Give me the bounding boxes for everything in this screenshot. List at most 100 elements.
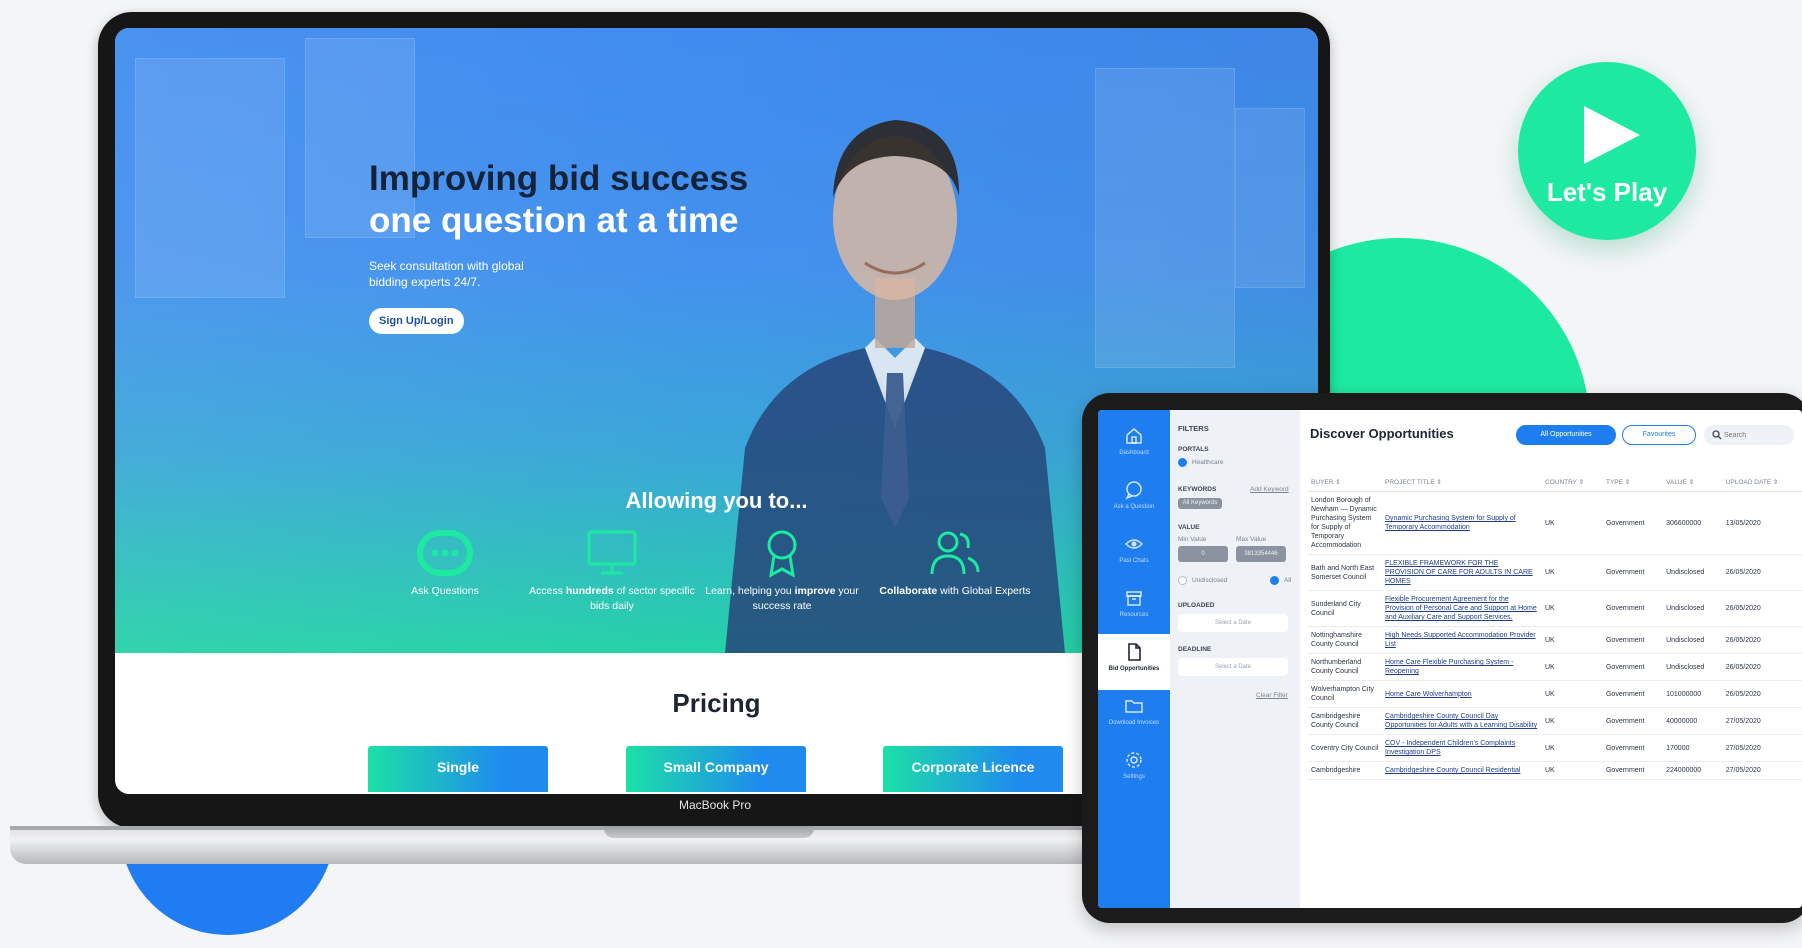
cell-project-title[interactable]: Flexible Procurement Agreement for the P… (1382, 590, 1542, 627)
column-header-country[interactable]: COUNTRY ⇕ (1542, 474, 1603, 492)
add-keyword-link[interactable]: Add Keyword (1250, 486, 1289, 493)
eye-icon (1124, 539, 1144, 549)
sign-up-login-button[interactable]: Sign Up/Login (369, 308, 464, 334)
undisclosed-label: Undisclosed (1192, 577, 1228, 584)
cell-type: Government (1602, 554, 1664, 591)
all-radio[interactable] (1270, 576, 1279, 585)
cell-upload-date: 26/05/2020 (1722, 626, 1802, 654)
column-header-project-title[interactable]: PROJECT TITLE ⇕ (1382, 474, 1542, 492)
cell-upload-date: 26/05/2020 (1722, 590, 1802, 627)
feature-collaborate: Collaborate with Global Experts (870, 528, 1040, 599)
uploaded-date-input[interactable]: Select a Date (1178, 614, 1288, 632)
table-row[interactable]: Cambridgeshire County Council Cambridges… (1308, 707, 1802, 735)
home-icon (1126, 428, 1142, 444)
sidebar-item-dashboard[interactable]: Dashboard (1098, 418, 1170, 474)
sidebar-item-past-chats[interactable]: Past Chats (1098, 526, 1170, 582)
sidebar-item-ask-question[interactable]: Ask a Question (1098, 472, 1170, 528)
keywords-label: KEYWORDS (1178, 486, 1217, 493)
cell-project-title[interactable]: Cambridgeshire County Council Day Opport… (1382, 707, 1542, 735)
cell-buyer: Cambridgeshire County Council (1308, 707, 1382, 735)
cell-type: Government (1602, 680, 1664, 708)
cell-value: 170000 (1663, 734, 1723, 762)
undisclosed-radio[interactable] (1178, 576, 1187, 585)
sidebar-item-bid-opportunities[interactable]: Bid Opportunities (1098, 634, 1170, 690)
table-header-row: BUYER ⇕ PROJECT TITLE ⇕ COUNTRY ⇕ TYPE ⇕… (1308, 474, 1802, 492)
cell-project-title[interactable]: Dynamic Purchasing System for Supply of … (1382, 491, 1542, 555)
column-header-type[interactable]: TYPE ⇕ (1602, 474, 1664, 492)
table-row[interactable]: Sunderland City Council Flexible Procure… (1308, 590, 1802, 627)
cell-project-title[interactable]: COV - Independent Children’s Complaints … (1382, 734, 1542, 762)
lets-play-button[interactable]: Let's Play (1518, 62, 1696, 240)
cell-upload-date: 13/05/2020 (1722, 491, 1802, 555)
chat-icon (1125, 481, 1142, 500)
cell-type: Government (1602, 653, 1664, 681)
cell-upload-date: 26/05/2020 (1722, 680, 1802, 708)
feature-text-bold: hundreds (565, 585, 614, 597)
cell-project-title[interactable]: High Needs Supported Accommodation Provi… (1382, 626, 1542, 654)
cell-country: UK (1542, 761, 1603, 780)
max-value-label: Max Value (1236, 536, 1267, 543)
cell-project-title[interactable]: Home Care Wolverhampton (1382, 680, 1542, 708)
sidebar-item-resources[interactable]: Resources (1098, 580, 1170, 636)
deadline-label: DEADLINE (1178, 646, 1212, 653)
table-row[interactable]: Cambridgeshire Cambridgeshire County Cou… (1308, 761, 1802, 780)
clear-filter-link[interactable]: Clear Filter (1256, 692, 1288, 699)
table-row[interactable]: London Borough of Newham — Dynamic Purch… (1308, 491, 1802, 555)
cell-upload-date: 27/05/2020 (1722, 707, 1802, 735)
cell-project-title[interactable]: FLEXIBLE FRAMEWORK FOR THE PROVISION OF … (1382, 554, 1542, 591)
table-row[interactable]: Coventry City Council COV - Independent … (1308, 734, 1802, 762)
table-row[interactable]: Wolverhampton City Council Home Care Wol… (1308, 680, 1802, 708)
cell-type: Government (1602, 626, 1664, 654)
pricing-card-corporate-licence[interactable]: Corporate Licence (883, 746, 1063, 792)
table-row[interactable]: Bath and North East Somerset Council FLE… (1308, 554, 1802, 591)
tab-favourites[interactable]: Favourites (1622, 425, 1696, 445)
cell-value: Undisclosed (1663, 590, 1723, 627)
table-row[interactable]: Northumberland County Council Home Care … (1308, 653, 1802, 681)
deadline-date-input[interactable]: Select a Date (1178, 658, 1288, 676)
tab-all-opportunities[interactable]: All Opportunities (1516, 425, 1616, 445)
sidebar-item-label: Dashboard (1119, 450, 1149, 456)
feature-access-bids: Access hundreds of sector specific bids … (527, 528, 697, 614)
archive-icon (1126, 591, 1142, 606)
portal-checkbox[interactable] (1178, 458, 1187, 467)
column-header-upload-date[interactable]: UPLOAD DATE ⇕ (1722, 474, 1802, 492)
monitor-icon (587, 530, 637, 575)
cell-country: UK (1542, 626, 1603, 654)
feature-text-bold: Collaborate (879, 585, 938, 597)
cell-buyer: Coventry City Council (1308, 734, 1382, 762)
cell-country: UK (1542, 590, 1603, 627)
value-label: VALUE (1178, 524, 1200, 531)
min-value-input[interactable]: 0 (1178, 546, 1228, 562)
cell-buyer: London Borough of Newham — Dynamic Purch… (1308, 491, 1382, 555)
cell-buyer: Bath and North East Somerset Council (1308, 554, 1382, 591)
keyword-chip[interactable]: All Keywords (1178, 498, 1222, 509)
sidebar-item-label: Past Chats (1119, 558, 1149, 564)
folder-icon (1125, 700, 1143, 713)
opportunities-table: BUYER ⇕ PROJECT TITLE ⇕ COUNTRY ⇕ TYPE ⇕… (1308, 474, 1802, 780)
sidebar-item-label: Ask a Question (1113, 504, 1155, 510)
feature-text-pre: Access (529, 585, 566, 597)
portal-value: Healthcare (1192, 459, 1224, 466)
cell-type: Government (1602, 590, 1664, 627)
pricing-card-single[interactable]: Single (368, 746, 548, 792)
cell-country: UK (1542, 680, 1603, 708)
cell-project-title[interactable]: Cambridgeshire County Council Residentia… (1382, 761, 1542, 780)
column-header-buyer[interactable]: BUYER ⇕ (1308, 474, 1382, 492)
pricing-card-small-company[interactable]: Small Company (626, 746, 806, 792)
opportunities-main: Discover Opportunities All Opportunities… (1300, 410, 1802, 908)
cell-buyer: Northumberland County Council (1308, 653, 1382, 681)
cell-value: Undisclosed (1663, 653, 1723, 681)
cell-value: 224000000 (1663, 761, 1723, 780)
uploaded-label: UPLOADED (1178, 602, 1215, 609)
cell-project-title[interactable]: Home Care Flexible Purchasing System - R… (1382, 653, 1542, 681)
max-value-input[interactable]: 3813354446 (1236, 546, 1286, 562)
hero-subtitle: Seek consultation with global bidding ex… (369, 259, 524, 289)
table-row[interactable]: Nottinghamshire County Council High Need… (1308, 626, 1802, 654)
cell-value: 40000000 (1663, 707, 1723, 735)
sidebar-item-settings[interactable]: Settings (1098, 742, 1170, 798)
column-header-value[interactable]: VALUE ⇕ (1663, 474, 1723, 492)
sidebar-item-download-invoices[interactable]: Download Invoices (1098, 688, 1170, 744)
cell-upload-date: 26/05/2020 (1722, 554, 1802, 591)
sidebar-item-label: Bid Opportunities (1108, 666, 1160, 672)
laptop-notch (604, 826, 814, 838)
